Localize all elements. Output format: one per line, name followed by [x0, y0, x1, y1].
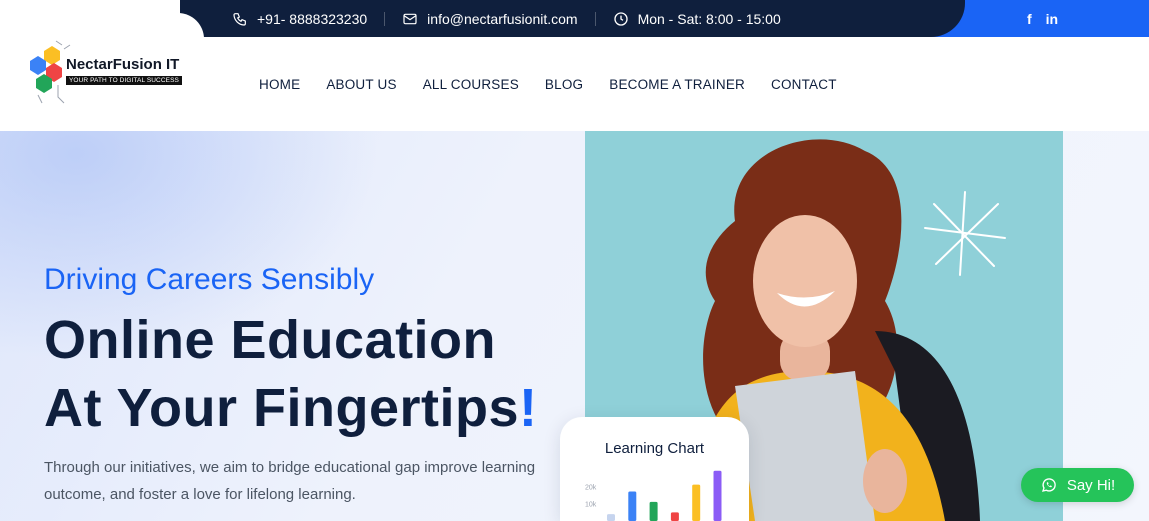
nav-become-a-trainer[interactable]: BECOME A TRAINER [609, 77, 745, 92]
logo-name: NectarFusion IT [66, 56, 180, 73]
chart-bar [713, 470, 722, 521]
divider [384, 11, 386, 26]
learning-chart: 20k 10k [585, 470, 722, 521]
chart-bar [692, 484, 701, 521]
email-contact[interactable]: info@nectarfusionit.com [402, 10, 578, 27]
contact-info: +91- 8888323230 info@nectarfusionit.com … [232, 0, 781, 37]
chart-bar [628, 491, 637, 521]
whatsapp-label: Say Hi! [1066, 476, 1116, 494]
chart-title: Learning Chart [604, 440, 705, 457]
chart-y-tick-label: 10k [585, 502, 597, 509]
mail-icon [403, 13, 417, 24]
logo-tagline: YOUR PATH TO DIGITAL SUCCESS [66, 76, 182, 85]
clock-icon [613, 11, 628, 26]
hours-text: Mon - Sat: 8:00 - 15:00 [637, 10, 781, 27]
main-navigation: HOME ABOUT US ALL COURSES BLOG BECOME A … [259, 37, 837, 131]
logo[interactable]: NectarFusion IT YOUR PATH TO DIGITAL SUC… [0, 13, 204, 131]
divider [594, 11, 596, 26]
chart-y-tick-label: 20k [585, 484, 597, 491]
nav-about-us[interactable]: ABOUT US [326, 77, 396, 92]
whatsapp-icon [1041, 478, 1056, 492]
business-hours: Mon - Sat: 8:00 - 15:00 [613, 11, 781, 27]
hero-tagline: Driving Careers Sensibly [44, 263, 375, 296]
whatsapp-chat-button[interactable]: Say Hi! [1021, 468, 1134, 502]
nav-home[interactable]: HOME [259, 77, 300, 92]
hero-headline-line1: Online Education [44, 310, 497, 370]
phone-contact[interactable]: +91- 8888323230 [232, 11, 367, 27]
sparkle-icon [924, 191, 1006, 276]
headline-exclamation: ! [519, 378, 538, 438]
chart-bar [649, 501, 658, 521]
social-links: f in [1027, 0, 1058, 37]
email-address: info@nectarfusionit.com [427, 10, 578, 27]
chart-bar [607, 514, 615, 521]
headline-text: At Your Fingertips [44, 378, 520, 438]
nav-blog[interactable]: BLOG [545, 77, 583, 92]
nav-all-courses[interactable]: ALL COURSES [423, 77, 519, 92]
hero-headline-line2: At Your Fingertips! [44, 377, 538, 439]
phone-icon [233, 12, 246, 26]
logo-hexagon-icon [30, 40, 71, 104]
chart-bar [670, 512, 679, 521]
hero-description: Through our initiatives, we aim to bridg… [44, 459, 536, 503]
nav-contact[interactable]: CONTACT [771, 77, 837, 92]
facebook-icon[interactable]: f [1027, 11, 1032, 27]
linkedin-icon[interactable]: in [1046, 11, 1058, 27]
phone-number: +91- 8888323230 [257, 10, 368, 27]
learning-chart-card: Learning Chart 20k 10k [560, 417, 749, 521]
